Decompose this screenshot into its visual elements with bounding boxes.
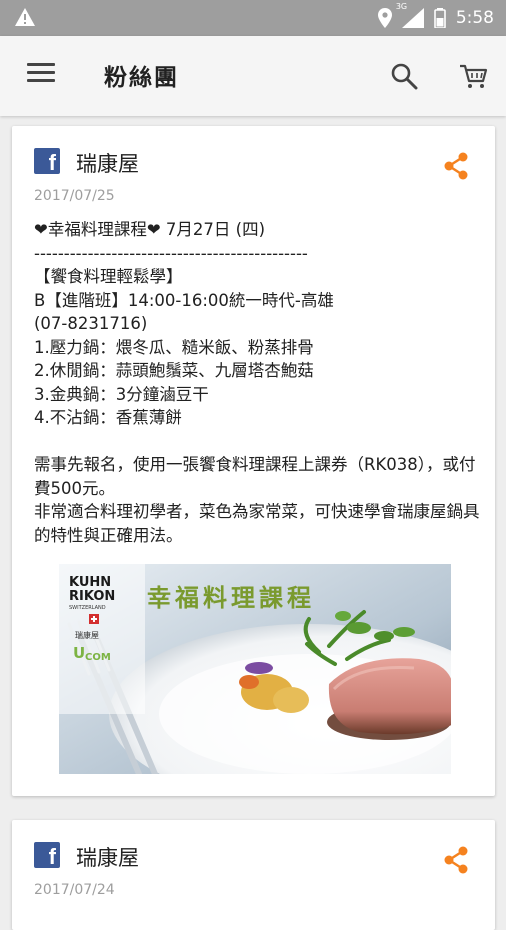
image-brand-rikon: RIKON: [69, 589, 115, 604]
post-image[interactable]: KUHN RIKON SWITZERLAND 瑞康屋 U COM 幸福料理課程: [59, 564, 451, 774]
menu-icon-line: [27, 79, 55, 82]
image-brand-cn: 瑞康屋: [75, 630, 99, 640]
status-time: 5:58: [455, 8, 494, 28]
location-icon: [377, 8, 392, 28]
post-card: f 瑞康屋 2017/07/25 ❤幸福料理課程❤ 7月27日 (四) ----…: [12, 126, 495, 796]
battery-icon: [434, 8, 446, 28]
app-bar: 粉絲團: [0, 36, 506, 116]
menu-button[interactable]: [27, 63, 55, 87]
menu-icon-line: [27, 71, 55, 74]
image-brand-switzerland: SWITZERLAND: [69, 605, 106, 611]
menu-icon-line: [27, 63, 55, 66]
warning-icon: [15, 8, 35, 26]
post-card: f 瑞康屋 2017/07/24: [12, 820, 495, 930]
network-type: 3G: [395, 2, 408, 11]
post-date: 2017/07/24: [34, 882, 115, 898]
cart-icon[interactable]: [458, 62, 488, 90]
facebook-icon: f: [34, 842, 60, 868]
image-brand-kuhn: KUHN: [69, 575, 111, 590]
image-ucom-label: COM: [85, 652, 111, 663]
share-icon[interactable]: [442, 845, 470, 875]
post-author: 瑞康屋: [76, 152, 139, 176]
page-title: 粉絲團: [104, 65, 179, 91]
swiss-cross-icon: [89, 614, 99, 624]
signal-icon: 3G: [396, 2, 424, 28]
post-date: 2017/07/25: [34, 188, 115, 204]
status-bar: 3G 5:58: [0, 0, 506, 36]
image-headline: 幸福料理課程: [147, 584, 315, 612]
post-author: 瑞康屋: [76, 846, 139, 870]
image-ucom-u: U: [73, 644, 85, 662]
food-photo: KUHN RIKON SWITZERLAND 瑞康屋 U COM 幸福料理課程: [59, 564, 451, 774]
post-body: ❤幸福料理課程❤ 7月27日 (四) ---------------------…: [34, 220, 480, 545]
share-icon[interactable]: [442, 151, 470, 181]
facebook-icon: f: [34, 148, 60, 174]
search-icon[interactable]: [390, 62, 418, 90]
